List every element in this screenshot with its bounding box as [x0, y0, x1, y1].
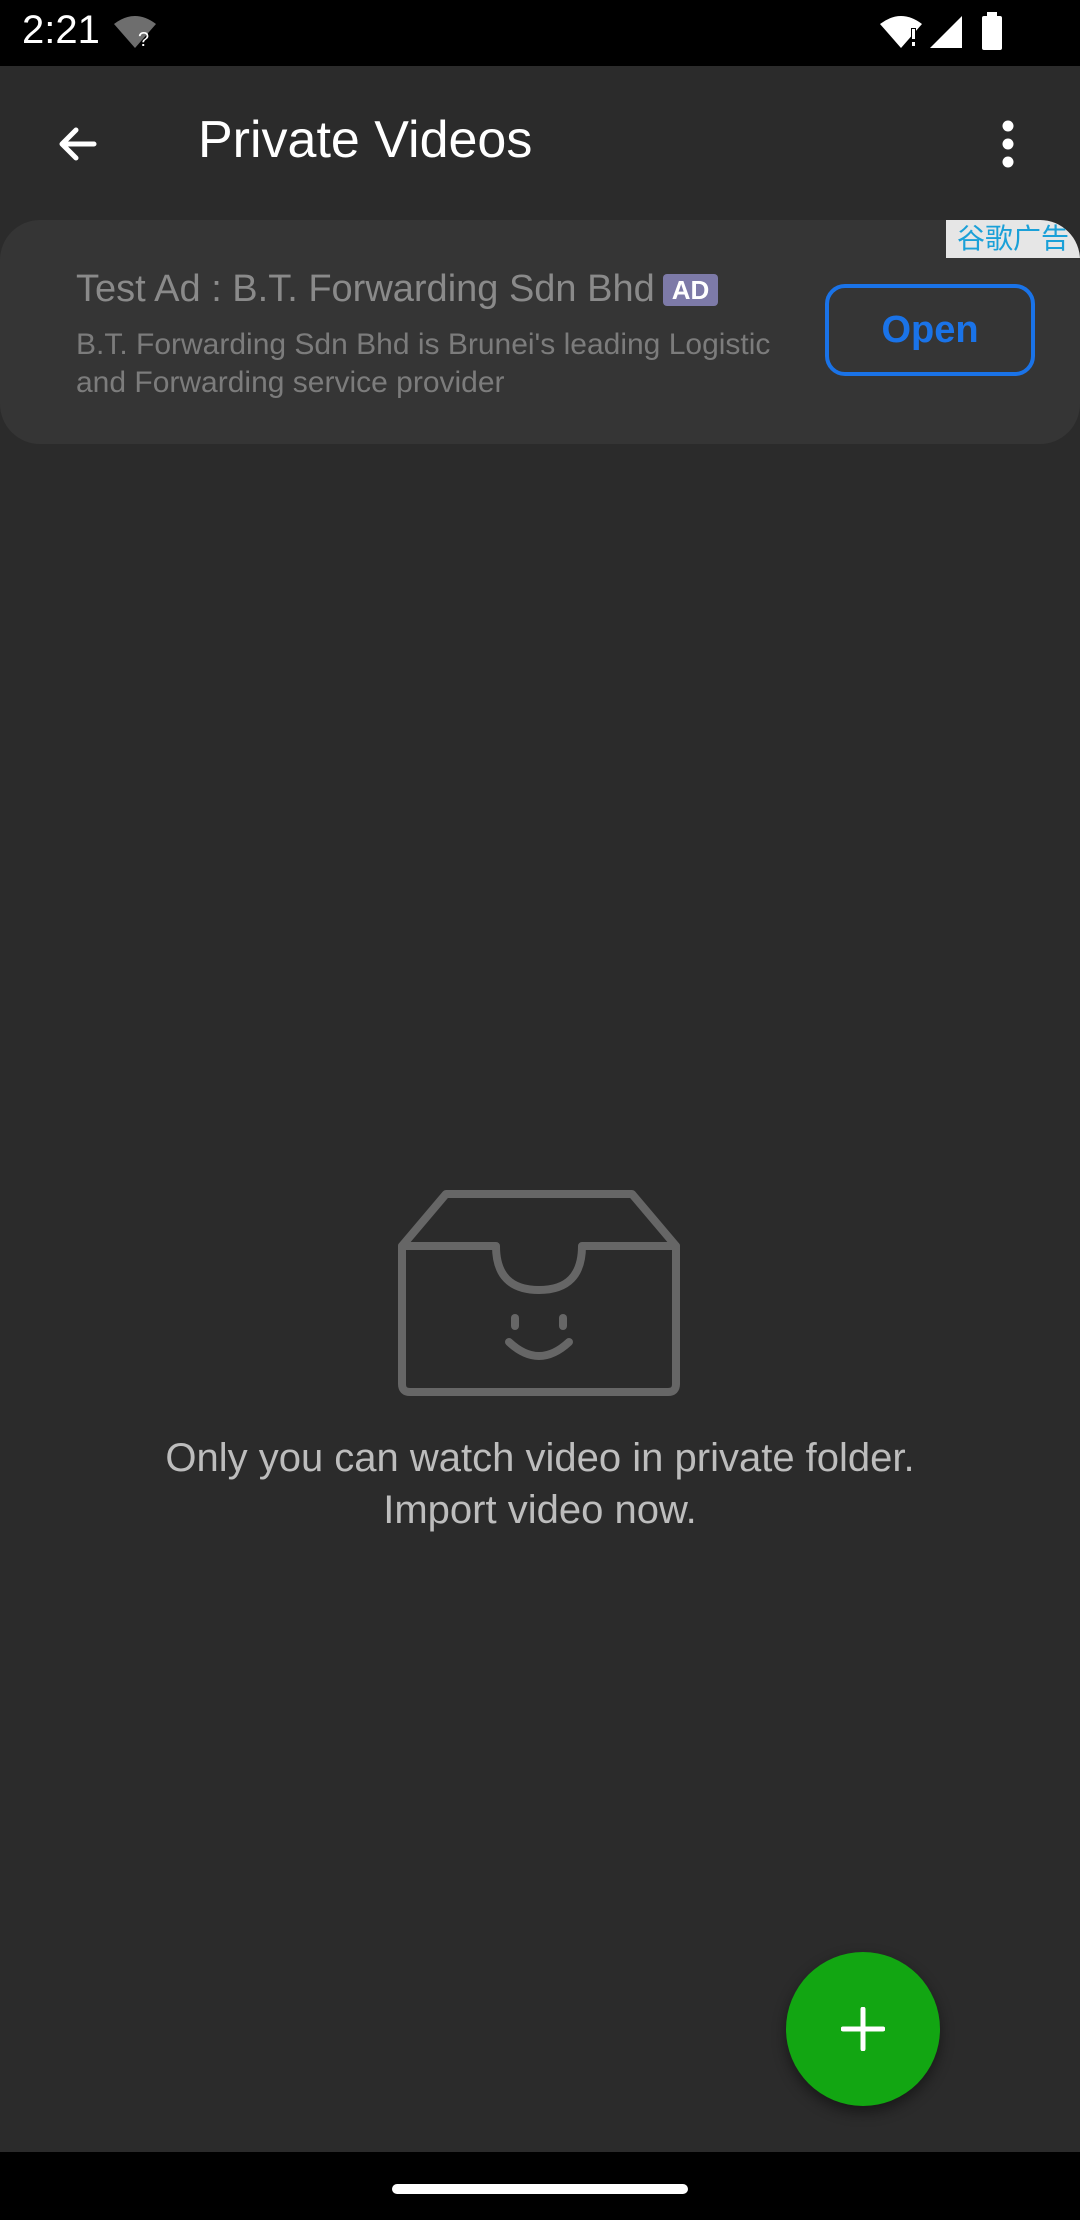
- more-vert-icon: [1002, 120, 1014, 168]
- home-gesture-handle[interactable]: [392, 2184, 688, 2194]
- page-title: Private Videos: [198, 111, 533, 169]
- back-button[interactable]: [38, 104, 118, 184]
- status-time: 2:21: [22, 8, 100, 52]
- svg-text:?: ?: [138, 29, 149, 50]
- ad-corner-label: 谷歌广告: [946, 220, 1080, 258]
- system-navigation-bar: [0, 2152, 1080, 2220]
- ad-title-text: Test Ad : B.T. Forwarding Sdn Bhd: [76, 268, 655, 310]
- ad-open-button[interactable]: Open: [825, 284, 1035, 376]
- ad-banner[interactable]: 谷歌广告 Test Ad : B.T. Forwarding Sdn Bhd A…: [0, 220, 1080, 444]
- smiling-box-icon: [398, 1190, 680, 1396]
- app-bar: Private Videos: [0, 66, 1080, 220]
- ad-badge: AD: [662, 273, 719, 306]
- wifi-alert-icon: [878, 14, 924, 55]
- empty-state-message: Only you can watch video in private fold…: [165, 1436, 915, 1532]
- wifi-unknown-icon: ?: [112, 14, 158, 55]
- arrow-back-icon: [59, 127, 97, 161]
- cell-signal-icon: [928, 14, 964, 55]
- ad-description: B.T. Forwarding Sdn Bhd is Brunei's lead…: [76, 328, 771, 399]
- overflow-menu-button[interactable]: [968, 104, 1048, 184]
- ad-title: Test Ad : B.T. Forwarding Sdn Bhd AD: [76, 268, 719, 311]
- add-video-button[interactable]: [786, 1952, 940, 2106]
- plus-icon: [841, 2007, 885, 2051]
- status-bar: 2:21 ?: [0, 0, 1080, 66]
- battery-icon: [980, 12, 1004, 57]
